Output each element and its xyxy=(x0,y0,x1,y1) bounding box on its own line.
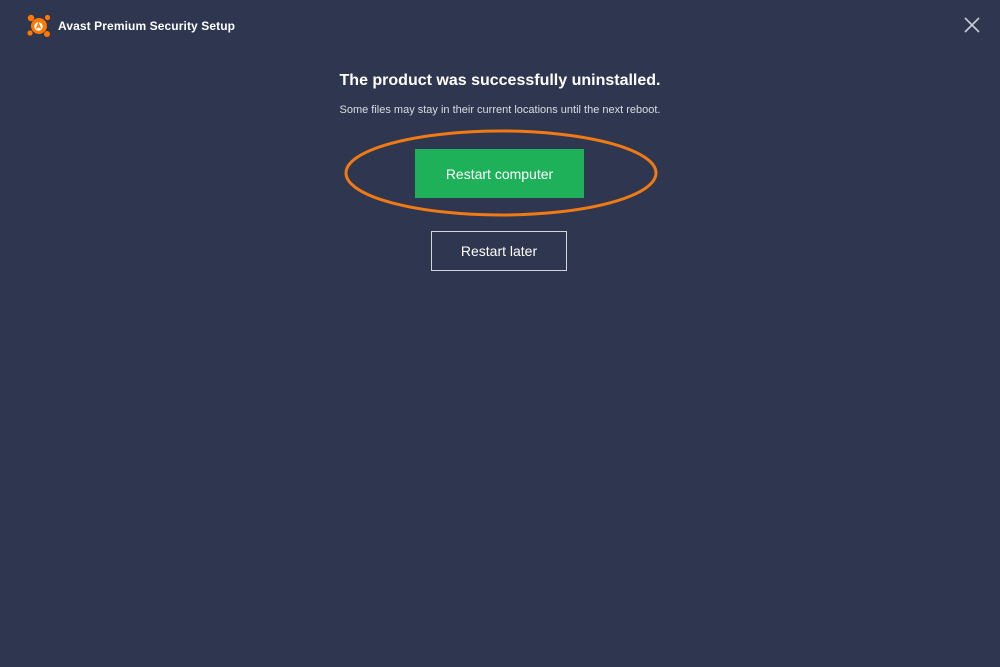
setup-window: Avast Premium Security Setup The product… xyxy=(0,0,1000,667)
restart-later-button[interactable]: Restart later xyxy=(431,231,567,271)
avast-logo-icon xyxy=(26,13,52,39)
uninstall-success-heading: The product was successfully uninstalled… xyxy=(339,72,661,89)
reboot-notice: Some files may stay in their current loc… xyxy=(339,104,661,116)
titlebar: Avast Premium Security Setup xyxy=(0,0,1000,52)
close-icon xyxy=(964,17,980,33)
window-title: Avast Premium Security Setup xyxy=(58,19,236,33)
restart-computer-button[interactable]: Restart computer xyxy=(415,149,584,198)
close-button[interactable] xyxy=(962,15,982,35)
